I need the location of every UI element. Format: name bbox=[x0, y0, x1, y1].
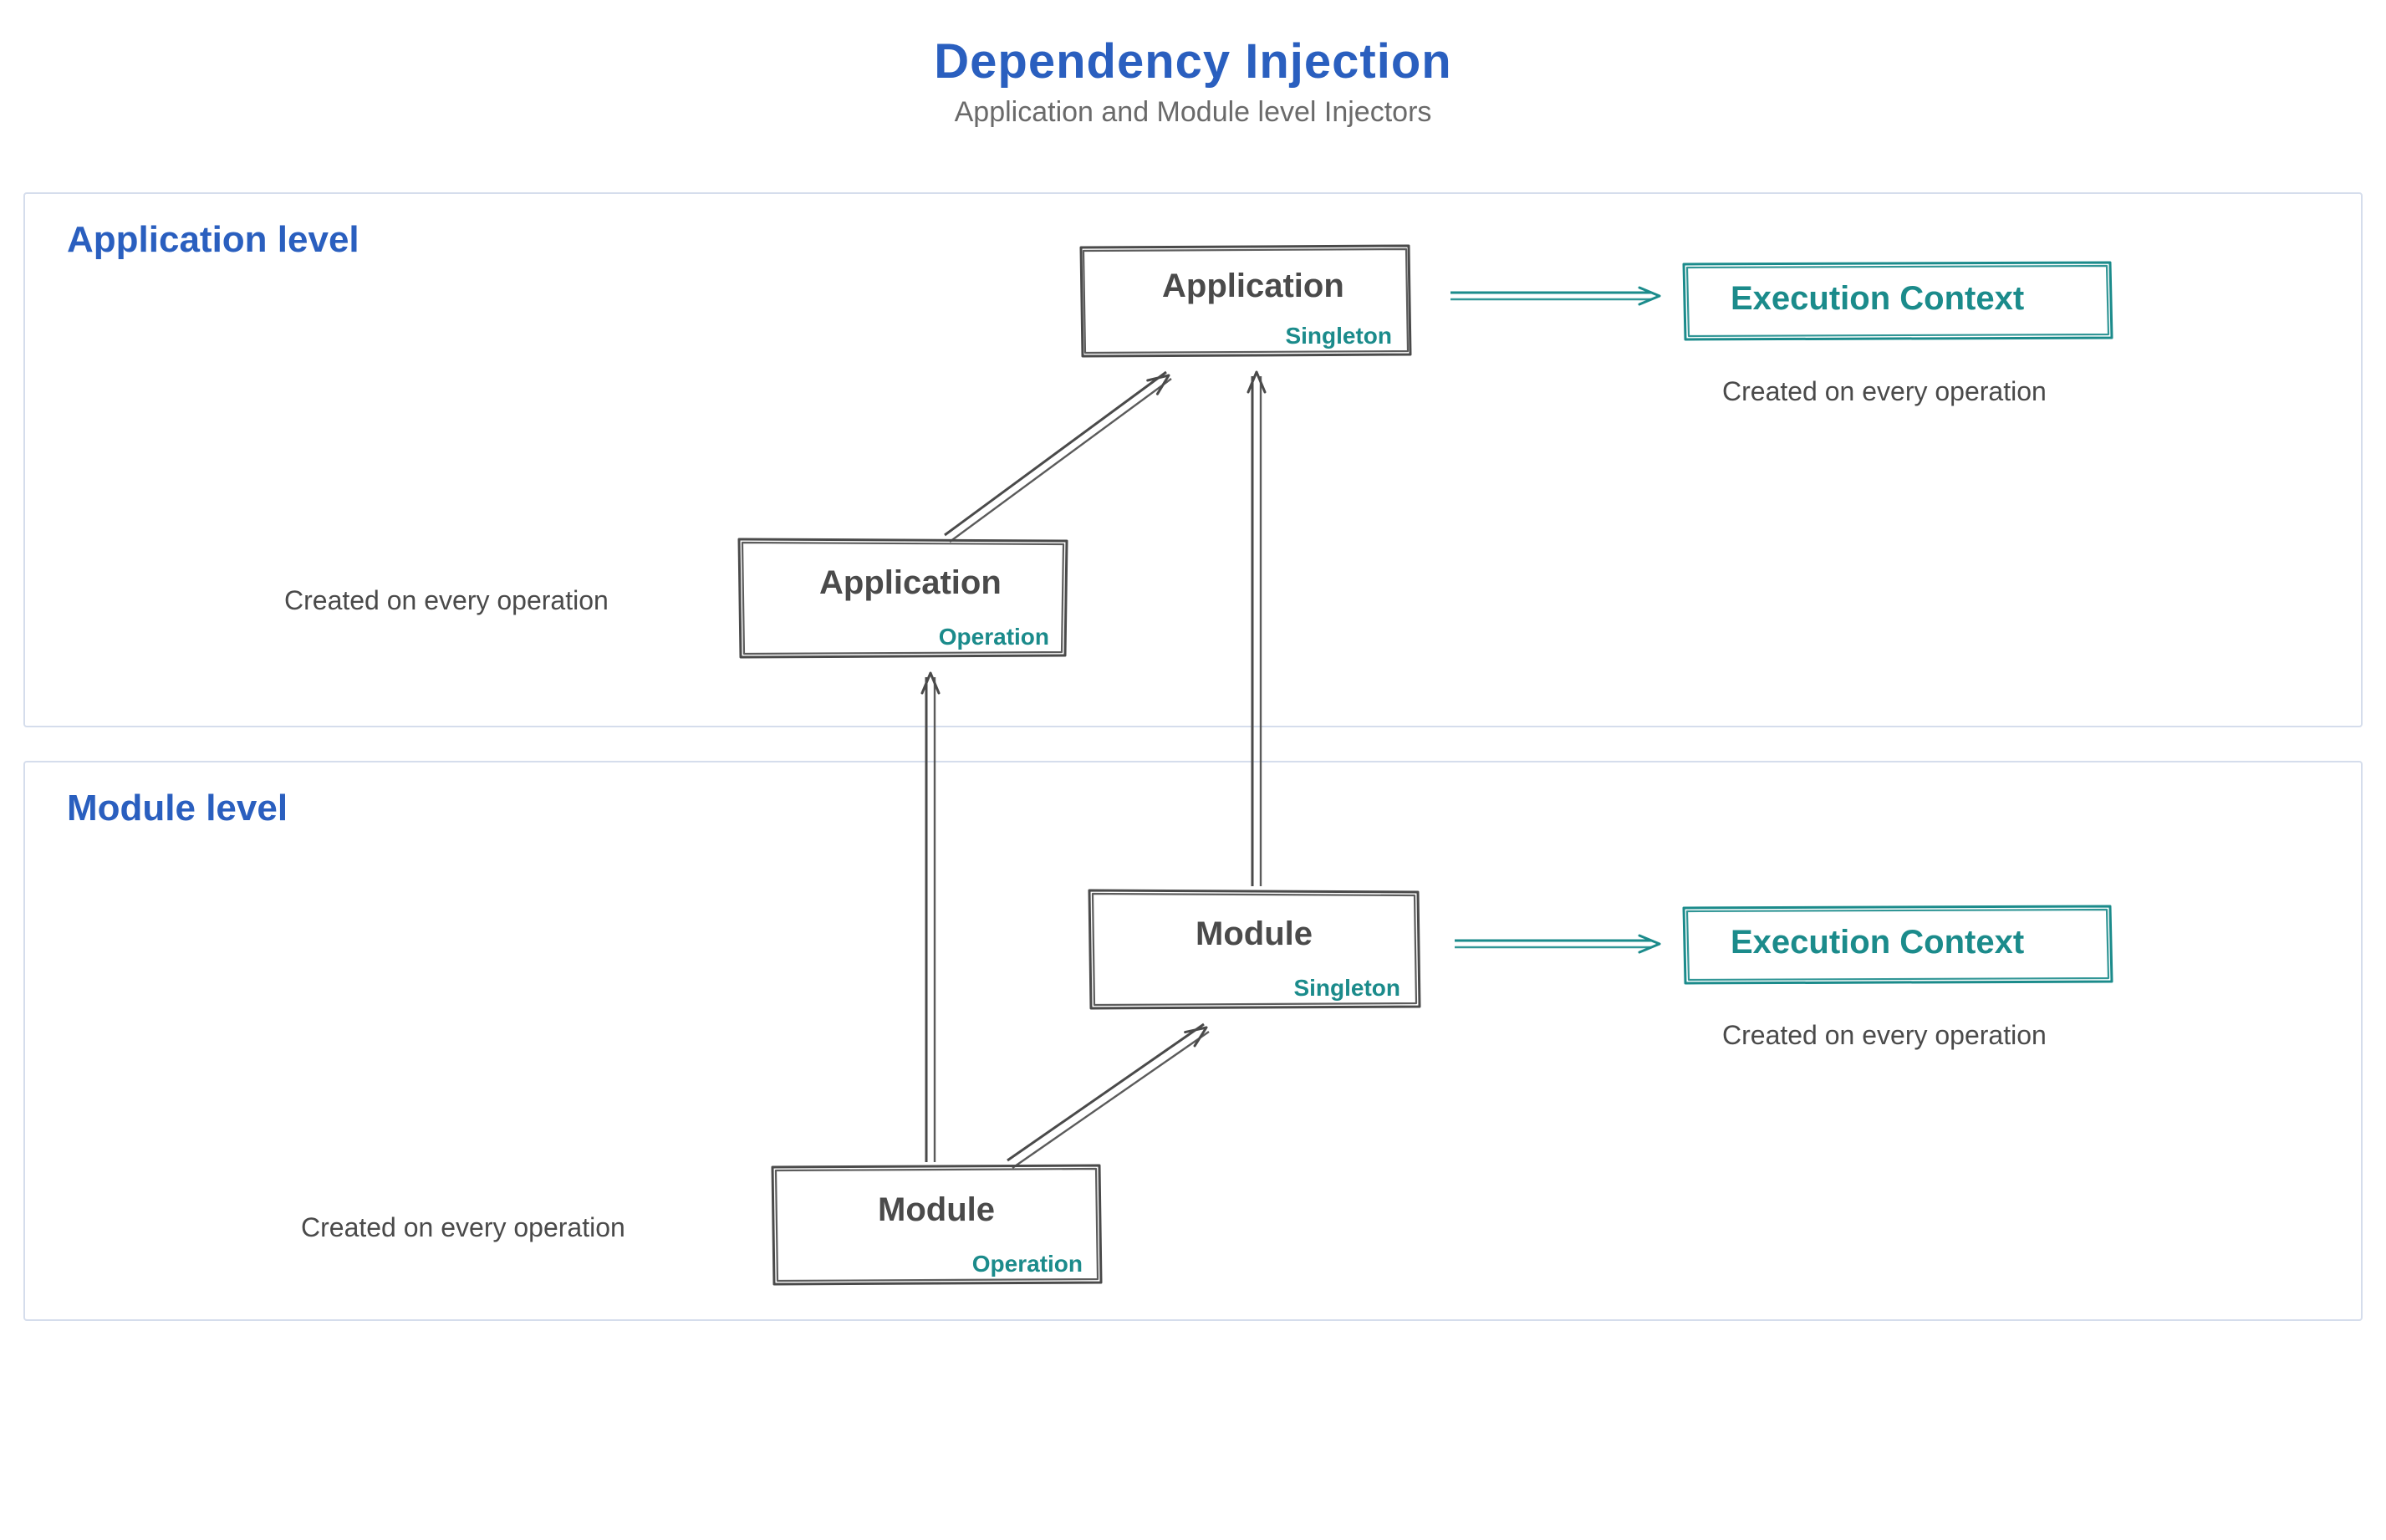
node-label: Module bbox=[878, 1191, 995, 1229]
caption-module-exec: Created on every operation bbox=[1722, 1020, 2047, 1051]
node-label: Application bbox=[819, 564, 1002, 602]
diagram-title: Dependency Injection bbox=[0, 33, 2386, 89]
node-sublabel: Singleton bbox=[1285, 323, 1392, 349]
caption-app-operation: Created on every operation bbox=[284, 585, 609, 616]
node-execution-context-module: Execution Context bbox=[1680, 903, 2115, 987]
node-label: Execution Context bbox=[1731, 924, 2024, 961]
node-label: Execution Context bbox=[1731, 280, 2024, 318]
node-label: Module bbox=[1196, 915, 1313, 953]
diagram-subtitle: Application and Module level Injectors bbox=[0, 96, 2386, 129]
node-sublabel: Operation bbox=[972, 1251, 1083, 1277]
node-label: Application bbox=[1162, 268, 1344, 305]
caption-app-exec: Created on every operation bbox=[1722, 376, 2047, 407]
node-application-operation: Application Operation bbox=[736, 535, 1070, 660]
node-application-singleton: Application Singleton bbox=[1078, 242, 1413, 360]
node-module-operation: Module Operation bbox=[769, 1162, 1104, 1288]
section-label-application: Application level bbox=[67, 219, 359, 261]
diagram-canvas: Dependency Injection Application and Mod… bbox=[0, 0, 2386, 1540]
node-execution-context-app: Execution Context bbox=[1680, 259, 2115, 343]
caption-module-operation: Created on every operation bbox=[301, 1212, 625, 1243]
node-sublabel: Singleton bbox=[1293, 975, 1400, 1002]
node-module-singleton: Module Singleton bbox=[1087, 886, 1421, 1012]
title-block: Dependency Injection Application and Mod… bbox=[0, 33, 2386, 129]
section-label-module: Module level bbox=[67, 788, 288, 829]
node-sublabel: Operation bbox=[939, 624, 1049, 650]
